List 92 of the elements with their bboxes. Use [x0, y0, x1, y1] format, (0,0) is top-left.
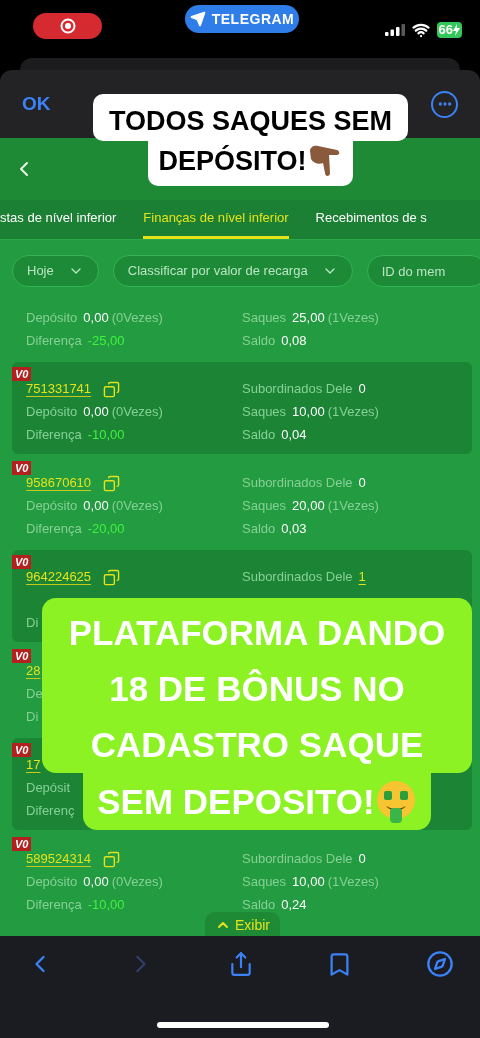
field-value: 0,03	[281, 519, 307, 538]
field-label: Depósito	[26, 308, 78, 327]
level-badge: V0	[12, 461, 32, 475]
field-value: 0,24	[281, 895, 307, 914]
count-text: (0Vezes)	[111, 496, 163, 515]
field-label: Subordinados Dele	[242, 474, 353, 493]
filter-dropdown[interactable]: Hoje	[12, 255, 99, 287]
copy-icon[interactable]	[103, 850, 121, 868]
field-value: -25,00	[87, 331, 125, 350]
field-label: Saldo	[242, 895, 276, 914]
level-badge: V0	[12, 649, 32, 663]
member-id-link[interactable]: 28	[26, 663, 41, 679]
field-value: 10,00	[292, 402, 325, 421]
field-label: Depósito	[26, 496, 78, 515]
count-text: (1Vezes)	[327, 496, 379, 515]
money-face-icon	[374, 779, 417, 824]
show-button[interactable]: Exibir	[205, 912, 280, 938]
copy-icon[interactable]	[103, 380, 121, 398]
count-text: (0Vezes)	[111, 872, 163, 891]
tab[interactable]: Recebimentos de s	[315, 200, 427, 239]
field-value: 0,00	[83, 496, 109, 515]
caption-text: SEM DEPOSITO!	[97, 780, 375, 823]
field-value: 20,00	[292, 496, 325, 515]
field-label: Depósit	[26, 778, 71, 797]
field-label: Saques	[242, 402, 287, 421]
field-label: Diferença	[26, 895, 82, 914]
copy-icon[interactable]	[103, 568, 121, 586]
level-badge: V0	[12, 555, 32, 569]
field-value: -10,00	[87, 425, 125, 444]
paper-plane-icon	[189, 11, 206, 27]
battery-indicator: 66	[436, 22, 462, 38]
caption-text: CADASTRO SAQUE	[90, 724, 424, 766]
subordinates-count[interactable]: 1	[358, 567, 366, 587]
member-id-link[interactable]: 17	[26, 757, 41, 773]
field-label: Di	[26, 707, 39, 726]
subordinates-count: 0	[358, 474, 366, 493]
more-button[interactable]	[431, 90, 458, 118]
count-text: (1Vezes)	[327, 308, 379, 327]
field-label: Saques	[242, 308, 287, 327]
member-id-link[interactable]: 964224625	[26, 569, 92, 585]
signal-icon	[384, 24, 405, 36]
field-label: Diferenç	[26, 801, 75, 820]
field-label: De	[26, 684, 43, 703]
caption-text: 18 DE BÔNUS NO	[109, 668, 405, 710]
compass-icon[interactable]	[426, 950, 454, 978]
caption-text: DEPÓSITO!	[158, 144, 307, 178]
field-label: Di	[26, 613, 39, 632]
field-value: 10,00	[292, 872, 325, 891]
member-id-link[interactable]: 589524314	[26, 851, 92, 867]
count-text: (0Vezes)	[111, 308, 163, 327]
done-button[interactable]: OK	[22, 89, 51, 119]
copy-icon[interactable]	[103, 474, 121, 492]
field-label: Saques	[242, 872, 287, 891]
field-value: 0,00	[83, 872, 109, 891]
count-text: (0Vezes)	[111, 402, 163, 421]
field-label: Saldo	[242, 425, 276, 444]
field-value: 0,00	[83, 402, 109, 421]
subordinates-count: 0	[358, 380, 366, 399]
field-label: Saques	[242, 496, 287, 515]
field-value: 0,00	[83, 308, 109, 327]
field-label: Saldo	[242, 331, 276, 350]
field-value: 0,04	[281, 425, 307, 444]
field-label: Diferença	[26, 331, 82, 350]
caption-text: TODOS SAQUES SEM	[108, 104, 393, 138]
field-label: Diferença	[26, 519, 82, 538]
subordinates-count: 0	[358, 850, 366, 869]
field-value: -10,00	[87, 895, 125, 914]
field-value: -20,00	[87, 519, 125, 538]
field-label: Depósito	[26, 402, 78, 421]
field-label: Saldo	[242, 519, 276, 538]
level-badge: V0	[12, 743, 32, 757]
field-label: Diferença	[26, 425, 82, 444]
level-badge: V0	[12, 367, 32, 381]
field-label: Subordinados Dele	[242, 850, 353, 869]
recording-indicator[interactable]	[33, 13, 102, 39]
caption-text: PLATAFORMA DANDO	[68, 612, 446, 654]
field-label: Subordinados Dele	[242, 568, 353, 587]
wifi-icon	[411, 21, 430, 39]
count-text: (1Vezes)	[327, 402, 379, 421]
app-pill[interactable]: TELEGRAM	[185, 5, 299, 33]
field-label: Depósito	[26, 872, 78, 891]
tab[interactable]: stas de nível inferior	[0, 200, 117, 239]
field-label: Subordinados Dele	[242, 380, 353, 399]
count-text: (1Vezes)	[327, 872, 379, 891]
level-badge: V0	[12, 837, 32, 851]
member-id-link[interactable]: 958670610	[26, 475, 92, 491]
field-value: 25,00	[292, 308, 325, 327]
member-id-field[interactable]: ID do mem	[366, 255, 480, 287]
member-id-link[interactable]: 751331741	[26, 381, 92, 397]
record-icon	[59, 18, 76, 34]
filter-dropdown[interactable]: Classificar por valor de recarga	[112, 255, 353, 287]
field-value: 0,08	[281, 331, 307, 350]
